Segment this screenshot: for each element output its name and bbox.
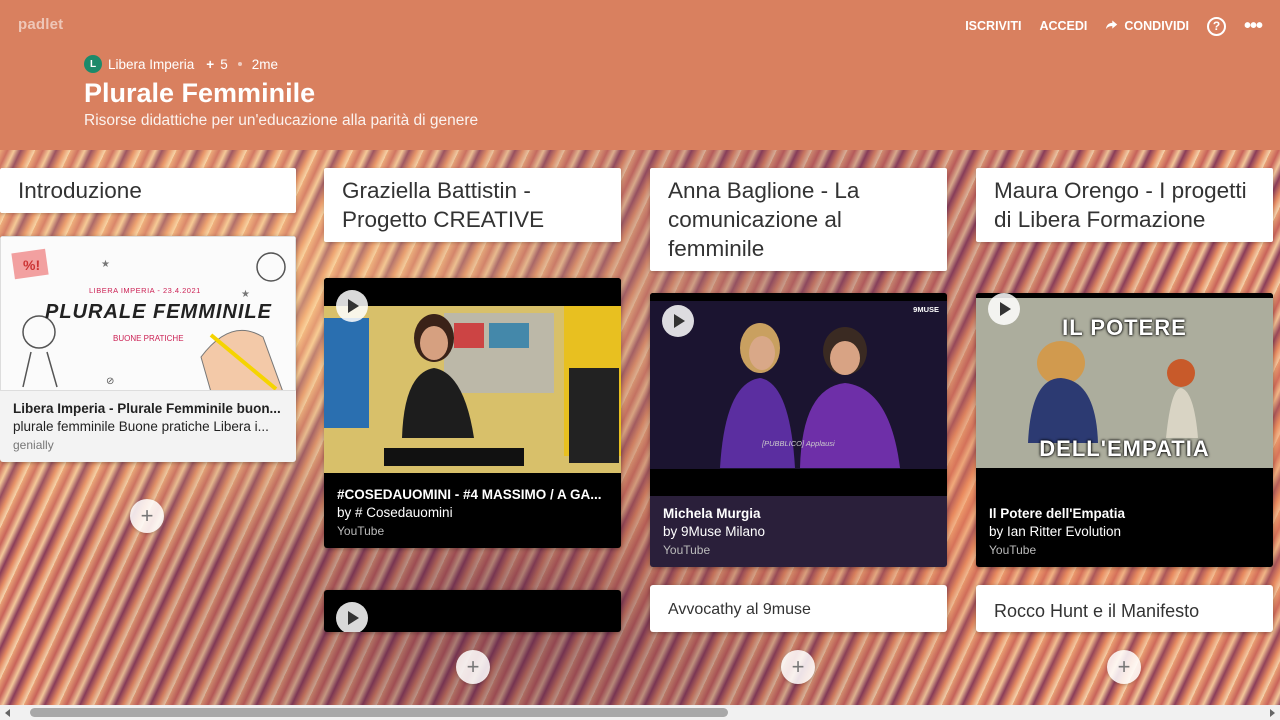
thumb-title-bottom: DELL'EMPATIA — [1039, 436, 1210, 461]
post-title: Michela Murgia — [663, 506, 761, 521]
login-button[interactable]: ACCEDI — [1039, 14, 1087, 38]
board-meta: L Libera Imperia + 5 2me — [84, 55, 278, 73]
video-frame — [324, 278, 621, 473]
video-thumbnail — [324, 278, 621, 473]
padlet-wall: Introduzione %! ⊘ ★ ★ LIBERA IMPERIA - 2… — [0, 150, 1280, 705]
post-info: Il Potere dell'Empatia by Ian Ritter Evo… — [976, 496, 1273, 567]
video-thumbnail: 9MUSE [PUBBLICO] Applausi — [650, 293, 947, 496]
post-title: Il Potere dell'Empatia — [989, 506, 1126, 521]
post-card[interactable]: Rocco Hunt e il Manifesto — [976, 585, 1273, 632]
author-name[interactable]: Libera Imperia — [108, 57, 194, 72]
post-description: by # Cosedauomini — [337, 505, 453, 520]
horizontal-scrollbar[interactable] — [0, 705, 1280, 720]
column-graziella-battistin: Graziella Battistin - Progetto CREATIVE — [324, 168, 621, 242]
post-title: Libera Imperia - Plurale Femminile buon.… — [13, 401, 281, 416]
post-card[interactable]: #COSEDAUOMINI - #4 MASSIMO / A GA... by … — [324, 278, 621, 548]
video-thumbnail: IL POTERE DELL'EMPATIA — [976, 293, 1273, 496]
post-info: Michela Murgia by 9Muse Milano YouTube — [650, 496, 947, 567]
play-icon[interactable] — [336, 290, 368, 322]
page-title: Plurale Femminile — [84, 78, 316, 108]
scrollbar-thumb[interactable] — [30, 708, 728, 717]
add-post-button[interactable]: + — [1107, 650, 1141, 684]
video-caption: [PUBBLICO] Applausi — [762, 439, 835, 448]
post-card[interactable] — [324, 590, 621, 632]
column-title: Graziella Battistin - Progetto CREATIVE — [324, 168, 621, 242]
post-description: by 9Muse Milano — [663, 524, 766, 539]
post-card[interactable]: Avvocathy al 9muse — [650, 585, 947, 632]
share-label: CONDIVIDI — [1124, 19, 1189, 33]
share-button[interactable]: CONDIVIDI — [1105, 14, 1189, 38]
play-icon[interactable] — [662, 305, 694, 337]
svg-text:★: ★ — [101, 259, 110, 270]
more-options-icon[interactable]: ••• — [1244, 16, 1263, 36]
column-title: Anna Baglione - La comunicazione al femm… — [650, 168, 947, 271]
column-maura-orengo: Maura Orengo - I progetti di Libera Form… — [976, 168, 1273, 242]
page-subtitle: Risorse didattiche per un'educazione all… — [84, 112, 479, 129]
play-icon[interactable] — [988, 293, 1020, 325]
board-age: 2me — [251, 56, 278, 72]
avatar[interactable]: L — [84, 55, 102, 73]
post-source: YouTube — [663, 543, 711, 557]
post-description: plurale femminile Buone pratiche Libera … — [13, 419, 269, 434]
add-post-button[interactable]: + — [781, 650, 815, 684]
add-post-button[interactable]: + — [456, 650, 490, 684]
video-frame — [650, 293, 947, 496]
post-source: genially — [13, 438, 54, 452]
post-card[interactable]: 9MUSE [PUBBLICO] Applausi Michela Murgia… — [650, 293, 947, 567]
svg-text:%!: %! — [23, 257, 40, 273]
post-card[interactable]: IL POTERE DELL'EMPATIA Il Potere dell'Em… — [976, 293, 1273, 567]
thumb-subheading: BUONE PRATICHE — [113, 334, 184, 343]
thumb-heading: PLURALE FEMMINILE — [45, 301, 272, 323]
svg-text:★: ★ — [241, 289, 250, 300]
top-nav: ISCRIVITI ACCEDI CONDIVIDI ? ••• — [965, 14, 1263, 38]
column-title: Maura Orengo - I progetti di Libera Form… — [976, 168, 1273, 242]
svg-text:⊘: ⊘ — [106, 376, 114, 387]
post-description: by Ian Ritter Evolution — [989, 524, 1122, 539]
column-anna-baglione: Anna Baglione - La comunicazione al femm… — [650, 168, 947, 271]
plus-icon: + — [206, 56, 215, 72]
channel-watermark: 9MUSE — [913, 305, 939, 314]
scroll-right-arrow-icon[interactable] — [1270, 709, 1275, 717]
post-title: Rocco Hunt e il Manifesto — [994, 601, 1200, 621]
help-icon[interactable]: ? — [1206, 16, 1226, 36]
play-icon[interactable] — [336, 602, 368, 632]
column-introduzione: Introduzione — [0, 168, 297, 213]
thumb-date: LIBERA IMPERIA - 23.4.2021 — [89, 286, 201, 295]
thumb-title-top: IL POTERE — [1062, 315, 1187, 340]
share-icon — [1105, 18, 1118, 34]
padlet-logo[interactable]: padlet — [18, 16, 63, 33]
scroll-left-arrow-icon[interactable] — [5, 709, 10, 717]
add-post-button[interactable]: + — [130, 499, 164, 533]
post-source: YouTube — [989, 543, 1037, 557]
collaborator-count: 5 — [220, 56, 228, 72]
post-info: Libera Imperia - Plurale Femminile buon.… — [0, 391, 296, 462]
post-title: Avvocathy al 9muse — [668, 601, 811, 618]
post-title: #COSEDAUOMINI - #4 MASSIMO / A GA... — [337, 487, 602, 502]
post-source: YouTube — [337, 524, 385, 538]
column-title: Introduzione — [0, 168, 296, 213]
post-card[interactable]: %! ⊘ ★ ★ LIBERA IMPERIA - 23.4.2021 PLUR… — [0, 236, 296, 462]
header: padlet ISCRIVITI ACCEDI CONDIVIDI ? ••• … — [0, 0, 1280, 150]
separator-dot — [237, 62, 242, 66]
post-info: #COSEDAUOMINI - #4 MASSIMO / A GA... by … — [324, 473, 621, 548]
post-thumbnail: %! ⊘ ★ ★ LIBERA IMPERIA - 23.4.2021 PLUR… — [0, 236, 296, 391]
subscribe-button[interactable]: ISCRIVITI — [965, 14, 1021, 38]
